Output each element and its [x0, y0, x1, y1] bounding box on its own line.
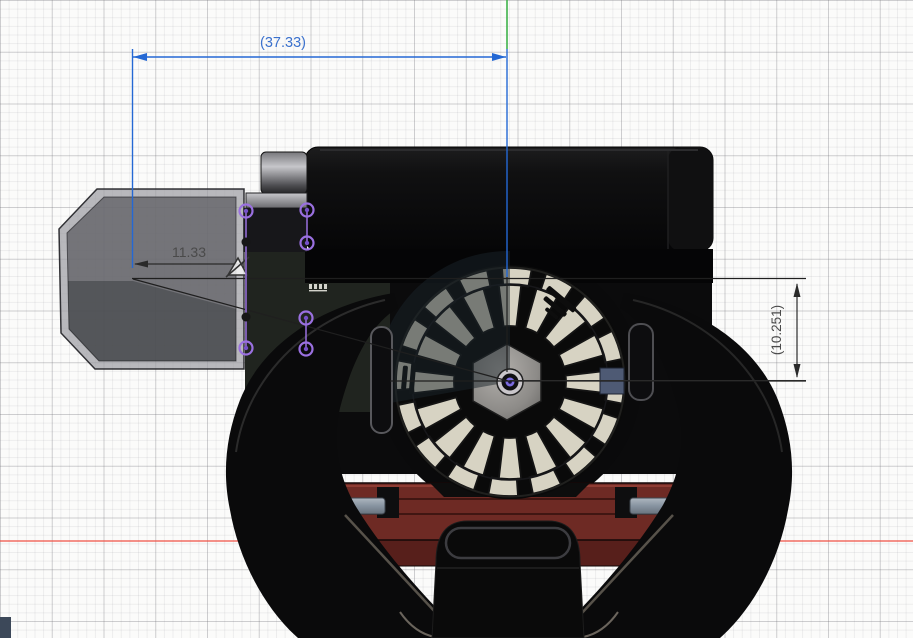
exhaust-outlet-cylinder[interactable] [260, 151, 308, 195]
model-canvas[interactable]: (37.33) 11.33 (10.251) [0, 0, 913, 638]
dim-arrow-left [133, 53, 147, 61]
dim-arrow-right [492, 53, 506, 61]
shroud-slot-left [370, 326, 393, 434]
center-column[interactable] [431, 520, 585, 638]
engine-assembly[interactable] [58, 146, 793, 638]
dim-arrow-top [793, 283, 801, 297]
dim-label-right-height[interactable]: (10.251) [769, 305, 784, 355]
bracket-bar[interactable] [245, 192, 308, 209]
side-panel-fragment[interactable] [0, 617, 11, 638]
shroud-slot-right [628, 323, 654, 401]
dim-label-offset-width[interactable]: 11.33 [172, 244, 206, 260]
cad-viewport[interactable]: (37.33) 11.33 (10.251) [0, 0, 913, 638]
dim-arrow-bottom [793, 364, 801, 378]
dim-label-overall-width[interactable]: (37.33) [260, 35, 306, 51]
